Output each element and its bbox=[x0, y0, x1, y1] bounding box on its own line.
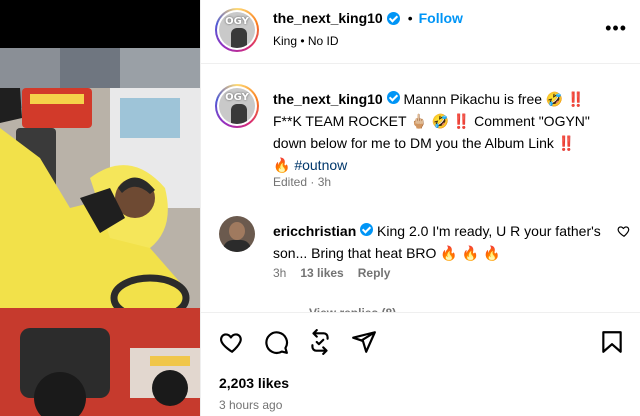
verified-badge-icon bbox=[360, 223, 374, 236]
follow-button[interactable]: Follow bbox=[419, 10, 463, 26]
caption-line-1: Mannn Pikachu is free 🤣 ‼️ bbox=[403, 91, 585, 107]
commenter-username[interactable]: ericchristian bbox=[273, 223, 356, 239]
media-letterbox bbox=[0, 0, 200, 48]
reply-button[interactable]: Reply bbox=[358, 266, 391, 280]
author-username[interactable]: the_next_king10 bbox=[273, 10, 383, 26]
comment-like-heart-icon[interactable] bbox=[617, 224, 631, 238]
heart-icon[interactable] bbox=[219, 329, 245, 355]
caption-text: the_next_king10 Mannn Pikachu is free 🤣 … bbox=[273, 88, 603, 176]
separator-dot: • bbox=[407, 10, 413, 26]
comment-meta: 3h 13 likes Reply bbox=[273, 266, 390, 280]
verified-badge-icon bbox=[386, 11, 400, 25]
verified-badge-icon bbox=[386, 91, 400, 104]
repost-icon[interactable] bbox=[307, 329, 333, 355]
caption-author-avatar[interactable]: OGY bbox=[215, 84, 259, 128]
caption-edited-time: Edited · 3h bbox=[273, 175, 332, 189]
hashtag-link[interactable]: #outnow bbox=[294, 157, 347, 173]
like-count[interactable]: 2,203 likes bbox=[219, 375, 289, 391]
share-icon[interactable] bbox=[351, 329, 377, 355]
avatar-logo-text: OGY bbox=[225, 16, 249, 27]
comment-text: ericchristian King 2.0 I'm ready, U R yo… bbox=[273, 220, 603, 264]
more-options-icon[interactable]: ••• bbox=[605, 18, 627, 39]
post-timestamp[interactable]: 3 hours ago bbox=[219, 398, 282, 412]
caption-fire: 🔥 bbox=[273, 157, 291, 173]
author-avatar[interactable]: OGY bbox=[215, 8, 259, 52]
post-photo bbox=[0, 48, 200, 416]
caption-line-3: down below for me to DM you the Album Li… bbox=[273, 135, 576, 151]
caption-line-2: F**K TEAM ROCKET 🖕🏼 🤣 ‼️ Comment "OGYN" bbox=[273, 113, 590, 129]
post-media[interactable] bbox=[0, 0, 200, 416]
post-header: OGY the_next_king10 • Follow King • No I… bbox=[201, 0, 640, 64]
bookmark-icon[interactable] bbox=[599, 329, 625, 355]
post-actions: 2,203 likes 3 hours ago bbox=[201, 312, 640, 416]
comment-likes[interactable]: 13 likes bbox=[300, 266, 343, 280]
post-location[interactable]: King • No ID bbox=[273, 34, 339, 48]
comment-icon[interactable] bbox=[263, 329, 289, 355]
caption-username[interactable]: the_next_king10 bbox=[273, 91, 383, 107]
avatar-logo-text: OGY bbox=[225, 92, 249, 103]
comment-age: 3h bbox=[273, 266, 287, 280]
commenter-avatar[interactable] bbox=[219, 216, 255, 252]
post-details-panel: OGY the_next_king10 • Follow King • No I… bbox=[200, 0, 640, 416]
author-row: the_next_king10 • Follow bbox=[273, 10, 463, 26]
